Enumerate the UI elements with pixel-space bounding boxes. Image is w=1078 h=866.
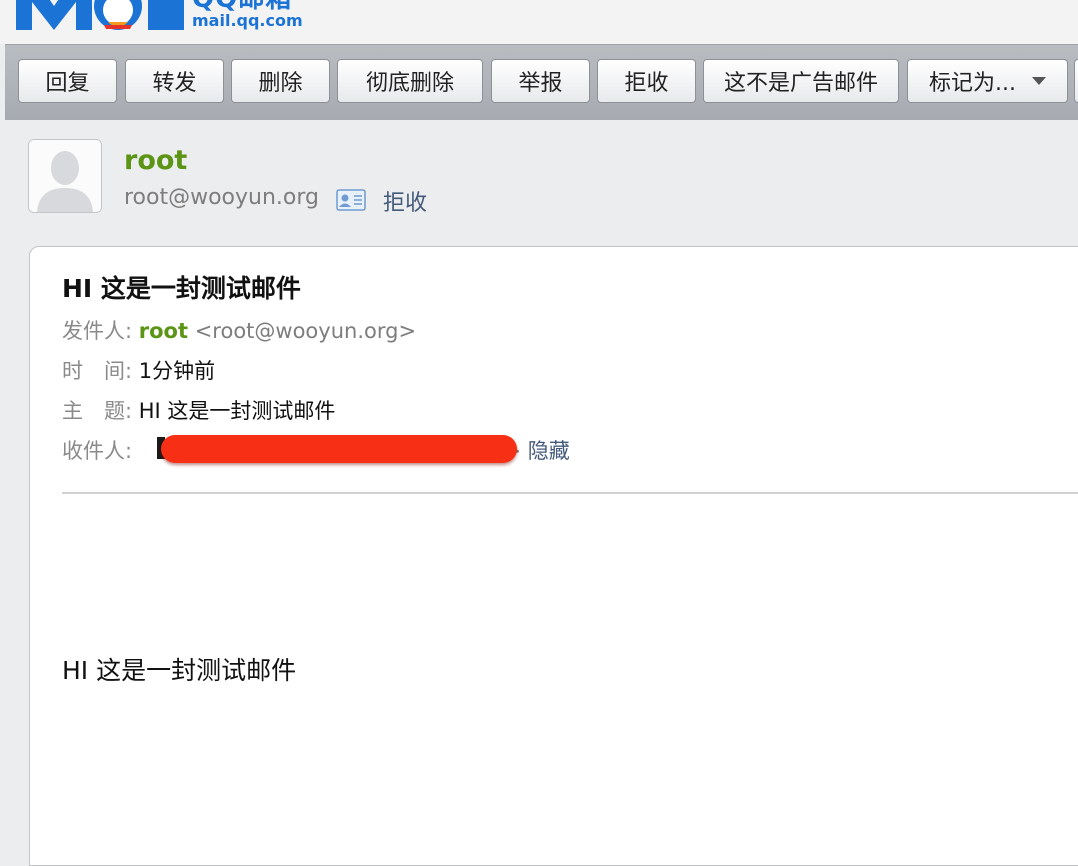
header-divider bbox=[62, 492, 1078, 494]
logo-text: QQ邮箱 mail.qq.com bbox=[192, 0, 303, 29]
sender-name[interactable]: root bbox=[124, 145, 187, 176]
sender-email: root@wooyun.org bbox=[124, 185, 320, 210]
logo-domain: mail.qq.com bbox=[192, 11, 303, 30]
reply-button[interactable]: 回复 bbox=[18, 59, 117, 103]
chevron-down-icon bbox=[1031, 77, 1046, 85]
redaction-mark bbox=[161, 435, 517, 463]
message-subject: HI 这是一封测试邮件 bbox=[62, 274, 301, 303]
default-avatar-icon bbox=[29, 140, 101, 212]
reject-sender-link[interactable]: 拒收 bbox=[383, 185, 427, 217]
time-row: 时 间: 1分钟前 bbox=[62, 355, 215, 385]
mark-as-label: 标记为... bbox=[929, 71, 1016, 96]
delete-button[interactable]: 删除 bbox=[231, 59, 330, 103]
message-body: HI 这是一封测试邮件 bbox=[62, 656, 297, 685]
subject-row: 主 题: HI 这是一封测试邮件 bbox=[62, 395, 335, 425]
from-row: 发件人: root <root@wooyun.org> bbox=[62, 315, 416, 345]
forward-button[interactable]: 转发 bbox=[125, 59, 224, 103]
hide-recipients-link[interactable]: 隐藏 bbox=[528, 439, 570, 463]
subject-value: HI 这是一封测试邮件 bbox=[138, 399, 336, 423]
contact-card-icon[interactable] bbox=[336, 189, 366, 211]
message-toolbar: 回复 转发 删除 彻底删除 举报 拒收 这不是广告邮件 标记为... bbox=[5, 44, 1078, 120]
app-header: QQ邮箱 mail.qq.com bbox=[0, 0, 1078, 44]
from-label: 发件人: bbox=[62, 319, 133, 343]
reject-button[interactable]: 拒收 bbox=[597, 59, 696, 103]
mark-as-dropdown[interactable]: 标记为... bbox=[907, 59, 1068, 103]
more-button[interactable] bbox=[1074, 59, 1078, 103]
delete-forever-button[interactable]: 彻底删除 bbox=[337, 59, 483, 103]
report-button[interactable]: 举报 bbox=[491, 59, 590, 103]
time-label: 时 间: bbox=[62, 359, 133, 383]
sender-avatar bbox=[28, 139, 102, 213]
to-label: 收件人: bbox=[62, 439, 133, 463]
time-value: 1分钟前 bbox=[138, 359, 216, 383]
subject-label: 主 题: bbox=[62, 399, 133, 423]
qq-mail-logo-icon bbox=[16, 0, 184, 30]
from-address: <root@wooyun.org> bbox=[194, 319, 417, 343]
from-name[interactable]: root bbox=[139, 319, 188, 343]
not-spam-button[interactable]: 这不是广告邮件 bbox=[703, 59, 899, 103]
message-panel: HI 这是一封测试邮件 发件人: root <root@wooyun.org> … bbox=[29, 246, 1078, 866]
